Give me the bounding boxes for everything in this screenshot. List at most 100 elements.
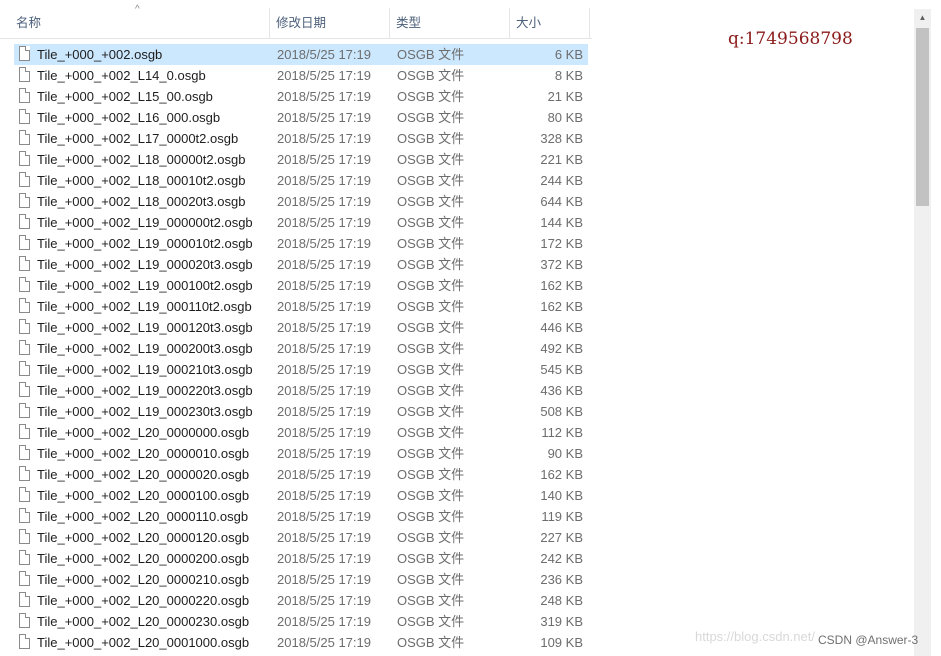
file-name: Tile_+000_+002_L19_000010t2.osgb	[37, 236, 253, 251]
file-name: Tile_+000_+002_L20_0000120.osgb	[37, 530, 250, 545]
file-type: OSGB 文件	[397, 509, 465, 524]
file-row[interactable]: Tile_+000_+002_L19_000110t2.osgb 2018/5/2…	[14, 296, 588, 317]
file-icon	[19, 592, 30, 607]
column-header-size[interactable]: 大小	[510, 8, 590, 38]
file-date-modified: 2018/5/25 17:19	[277, 362, 371, 377]
file-size: 90 KB	[547, 446, 583, 461]
file-row[interactable]: Tile_+000_+002_L15_00.osgb 2018/5/25 17:1…	[14, 86, 588, 107]
file-row[interactable]: Tile_+000_+002_L18_00000t2.osgb 2018/5/25…	[14, 149, 588, 170]
file-name: Tile_+000_+002_L20_0000100.osgb	[37, 488, 250, 503]
file-row[interactable]: Tile_+000_+002_L19_000020t3.osgb 2018/5/2…	[14, 254, 588, 275]
file-name: Tile_+000_+002_L19_000200t3.osgb	[37, 341, 253, 356]
file-name: Tile_+000_+002_L20_0000020.osgb	[37, 467, 250, 482]
file-row[interactable]: Tile_+000_+002_L19_000120t3.osgb 2018/5/2…	[14, 317, 588, 338]
file-size: 21 KB	[547, 89, 583, 104]
file-date-modified: 2018/5/25 17:19	[277, 488, 371, 503]
file-type: OSGB 文件	[397, 152, 465, 167]
file-size: 80 KB	[547, 110, 583, 125]
file-row[interactable]: Tile_+000_+002_L19_000230t3.osgb 2018/5/2…	[14, 401, 588, 422]
file-row[interactable]: Tile_+000_+002_L16_000.osgb 2018/5/25 17:…	[14, 107, 588, 128]
file-date-modified: 2018/5/25 17:19	[277, 341, 371, 356]
file-row[interactable]: Tile_+000_+002_L14_0.osgb 2018/5/25 17:19…	[14, 65, 588, 86]
file-name: Tile_+000_+002_L14_0.osgb	[37, 68, 206, 83]
column-header-name[interactable]: 名称	[10, 8, 270, 38]
file-row[interactable]: Tile_+000_+002_L18_00020t3.osgb 2018/5/25…	[14, 191, 588, 212]
file-name: Tile_+000_+002_L20_0000110.osgb	[37, 509, 249, 524]
file-name: Tile_+000_+002_L19_000020t3.osgb	[37, 257, 253, 272]
file-row[interactable]: Tile_+000_+002_L19_000210t3.osgb 2018/5/2…	[14, 359, 588, 380]
file-date-modified: 2018/5/25 17:19	[277, 278, 371, 293]
file-type: OSGB 文件	[397, 194, 465, 209]
file-row[interactable]: Tile_+000_+002_L20_0000230.osgb 2018/5/25…	[14, 611, 588, 632]
file-row[interactable]: Tile_+000_+002_L20_0000110.osgb 2018/5/25…	[14, 506, 588, 527]
file-row[interactable]: Tile_+000_+002_L19_000200t3.osgb 2018/5/2…	[14, 338, 588, 359]
file-icon	[19, 298, 30, 313]
file-type: OSGB 文件	[397, 572, 465, 587]
file-name: Tile_+000_+002_L19_000220t3.osgb	[37, 383, 253, 398]
scroll-up-arrow-icon[interactable]: ▲	[914, 9, 931, 26]
column-header-type[interactable]: 类型	[390, 8, 510, 38]
file-date-modified: 2018/5/25 17:19	[277, 614, 371, 629]
file-name: Tile_+000_+002_L16_000.osgb	[37, 110, 221, 125]
file-row[interactable]: Tile_+000_+002_L20_0001000.osgb 2018/5/25…	[14, 632, 588, 653]
file-date-modified: 2018/5/25 17:19	[277, 593, 371, 608]
file-row[interactable]: Tile_+000_+002_L20_0000000.osgb 2018/5/25…	[14, 422, 588, 443]
file-row[interactable]: Tile_+000_+002_L19_000010t2.osgb 2018/5/2…	[14, 233, 588, 254]
file-date-modified: 2018/5/25 17:19	[277, 467, 371, 482]
file-row[interactable]: Tile_+000_+002_L19_000100t2.osgb 2018/5/2…	[14, 275, 588, 296]
file-type: OSGB 文件	[397, 236, 465, 251]
file-icon	[19, 319, 30, 334]
scrollbar-thumb[interactable]	[916, 28, 929, 206]
file-icon	[19, 214, 30, 229]
file-name: Tile_+000_+002_L19_000210t3.osgb	[37, 362, 253, 377]
qq-contact-annotation: q:1749568798	[728, 29, 853, 49]
file-type: OSGB 文件	[397, 404, 465, 419]
file-icon	[19, 613, 30, 628]
file-row[interactable]: Tile_+000_+002.osgb 2018/5/25 17:19 OSGB 文…	[14, 44, 588, 65]
file-icon	[19, 67, 30, 82]
file-row[interactable]: Tile_+000_+002_L18_00010t2.osgb 2018/5/25…	[14, 170, 588, 191]
file-name: Tile_+000_+002_L20_0000010.osgb	[37, 446, 250, 461]
file-date-modified: 2018/5/25 17:19	[277, 68, 371, 83]
file-date-modified: 2018/5/25 17:19	[277, 173, 371, 188]
file-type: OSGB 文件	[397, 341, 465, 356]
file-size: 328 KB	[540, 131, 583, 146]
file-row[interactable]: Tile_+000_+002_L20_0000020.osgb 2018/5/25…	[14, 464, 588, 485]
file-row[interactable]: Tile_+000_+002_L20_0000210.osgb 2018/5/25…	[14, 569, 588, 590]
file-date-modified: 2018/5/25 17:19	[277, 404, 371, 419]
file-size: 236 KB	[540, 572, 583, 587]
file-icon	[19, 466, 30, 481]
file-name: Tile_+000_+002_L19_000120t3.osgb	[37, 320, 253, 335]
file-icon	[19, 277, 30, 292]
file-date-modified: 2018/5/25 17:19	[277, 530, 371, 545]
file-row[interactable]: Tile_+000_+002_L20_0000220.osgb 2018/5/25…	[14, 590, 588, 611]
file-row[interactable]: Tile_+000_+002_L20_0000100.osgb 2018/5/25…	[14, 485, 588, 506]
file-name: Tile_+000_+002_L19_000110t2.osgb	[37, 299, 252, 314]
file-date-modified: 2018/5/25 17:19	[277, 446, 371, 461]
file-icon	[19, 88, 30, 103]
file-name: Tile_+000_+002_L18_00000t2.osgb	[37, 152, 246, 167]
file-icon	[19, 424, 30, 439]
file-type: OSGB 文件	[397, 635, 465, 650]
file-date-modified: 2018/5/25 17:19	[277, 635, 371, 650]
file-row[interactable]: Tile_+000_+002_L20_0000010.osgb 2018/5/25…	[14, 443, 588, 464]
file-date-modified: 2018/5/25 17:19	[277, 131, 371, 146]
file-date-modified: 2018/5/25 17:19	[277, 47, 371, 62]
file-row[interactable]: Tile_+000_+002_L17_0000t2.osgb 2018/5/25 …	[14, 128, 588, 149]
file-name: Tile_+000_+002_L19_000100t2.osgb	[37, 278, 253, 293]
file-size: 244 KB	[540, 173, 583, 188]
file-type: OSGB 文件	[397, 215, 465, 230]
file-row[interactable]: Tile_+000_+002_L20_0000200.osgb 2018/5/25…	[14, 548, 588, 569]
file-size: 319 KB	[540, 614, 583, 629]
file-row[interactable]: Tile_+000_+002_L19_000000t2.osgb 2018/5/2…	[14, 212, 588, 233]
file-date-modified: 2018/5/25 17:19	[277, 383, 371, 398]
file-row[interactable]: Tile_+000_+002_L19_000220t3.osgb 2018/5/2…	[14, 380, 588, 401]
column-header-date[interactable]: 修改日期	[270, 8, 390, 38]
file-icon	[19, 550, 30, 565]
file-row[interactable]: Tile_+000_+002_L20_0000120.osgb 2018/5/25…	[14, 527, 588, 548]
vertical-scrollbar[interactable]: ▲	[914, 9, 931, 656]
file-size: 119 KB	[541, 509, 583, 524]
file-icon	[19, 508, 30, 523]
file-date-modified: 2018/5/25 17:19	[277, 551, 371, 566]
file-size: 372 KB	[540, 257, 583, 272]
